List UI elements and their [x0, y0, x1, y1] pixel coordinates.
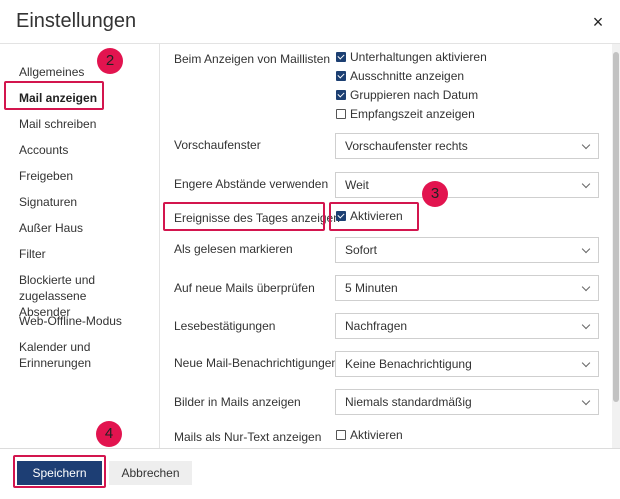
sidebar-item-allgemeines[interactable]: Allgemeines — [19, 64, 84, 80]
checkbox-label: Unterhaltungen aktivieren — [350, 50, 487, 64]
select-value: Nachfragen — [345, 319, 408, 333]
checkbox-ereignisse[interactable]: Aktivieren — [336, 209, 403, 223]
chevron-down-icon — [581, 396, 591, 406]
select-value: 5 Minuten — [345, 281, 398, 295]
chevron-down-icon — [581, 320, 591, 330]
save-button[interactable]: Speichern — [17, 461, 102, 485]
checkbox-nur-text[interactable]: Aktivieren — [336, 428, 403, 442]
checkbox-checked-icon[interactable] — [336, 90, 346, 100]
dialog-title: Einstellungen — [16, 10, 137, 32]
bilder-select[interactable]: Niemals standardmäßig — [335, 389, 599, 415]
chevron-down-icon — [581, 358, 591, 368]
scrollbar-thumb[interactable] — [613, 52, 619, 402]
checkbox-checked-icon[interactable] — [336, 211, 346, 221]
lesebestaetigungen-label: Lesebestätigungen — [174, 319, 276, 333]
sidebar-item-mail-anzeigen[interactable]: Mail anzeigen — [19, 90, 97, 106]
sidebar-item-mail-schreiben[interactable]: Mail schreiben — [19, 116, 96, 132]
step-badge-3: 3 — [422, 181, 448, 207]
benachrichtigungen-select[interactable]: Keine Benachrichtigung — [335, 351, 599, 377]
checkbox-label: Aktivieren — [350, 428, 403, 442]
bilder-label: Bilder in Mails anzeigen — [174, 395, 301, 409]
select-value: Weit — [345, 178, 369, 192]
cancel-button[interactable]: Abbrechen — [109, 461, 192, 485]
sidebar-item-web-offline-modus[interactable]: Web-Offline-Modus — [19, 313, 122, 329]
sidebar-item-accounts[interactable]: Accounts — [19, 142, 68, 158]
checkbox-gruppieren[interactable]: Gruppieren nach Datum — [336, 88, 478, 102]
ereignisse-label: Ereignisse des Tages anzeigen — [174, 211, 340, 225]
vorschaufenster-label: Vorschaufenster — [174, 138, 261, 152]
sidebar-item-freigeben[interactable]: Freigeben — [19, 168, 73, 184]
neue-mails-select[interactable]: 5 Minuten — [335, 275, 599, 301]
close-icon[interactable]: × — [588, 12, 608, 32]
select-value: Keine Benachrichtigung — [345, 357, 472, 371]
chevron-down-icon — [581, 179, 591, 189]
abstaende-label: Engere Abstände verwenden — [174, 177, 329, 191]
select-value: Niemals standardmäßig — [345, 395, 472, 409]
checkbox-label: Aktivieren — [350, 209, 403, 223]
checkbox-unterhaltungen[interactable]: Unterhaltungen aktivieren — [336, 50, 487, 64]
select-value: Vorschaufenster rechts — [345, 139, 468, 153]
checkbox-unchecked-icon[interactable] — [336, 430, 346, 440]
step-badge-2: 2 — [97, 48, 123, 74]
header-divider — [0, 43, 620, 44]
checkbox-unchecked-icon[interactable] — [336, 109, 346, 119]
chevron-down-icon — [581, 282, 591, 292]
checkbox-label: Empfangszeit anzeigen — [350, 107, 475, 121]
step-badge-4: 4 — [96, 421, 122, 447]
neue-mails-label: Auf neue Mails überprüfen — [174, 281, 315, 295]
checkbox-ausschnitte[interactable]: Ausschnitte anzeigen — [336, 69, 464, 83]
lesebestaetigungen-select[interactable]: Nachfragen — [335, 313, 599, 339]
sidebar-item-kalender-erinnerungen[interactable]: Kalender und Erinnerungen — [19, 339, 119, 371]
checkbox-checked-icon[interactable] — [336, 52, 346, 62]
vorschaufenster-select[interactable]: Vorschaufenster rechts — [335, 133, 599, 159]
sidebar-item-signaturen[interactable]: Signaturen — [19, 194, 77, 210]
abstaende-select[interactable]: Weit — [335, 172, 599, 198]
maillisten-label: Beim Anzeigen von Maillisten — [174, 52, 331, 66]
sidebar-divider — [159, 44, 160, 448]
checkbox-label: Ausschnitte anzeigen — [350, 69, 465, 83]
sidebar-item-filter[interactable]: Filter — [19, 246, 46, 262]
sidebar-item-ausser-haus[interactable]: Außer Haus — [19, 220, 83, 236]
checkbox-empfangszeit[interactable]: Empfangszeit anzeigen — [336, 107, 475, 121]
footer-divider — [0, 448, 620, 449]
nur-text-label: Mails als Nur-Text anzeigen — [174, 430, 322, 444]
checkbox-label: Gruppieren nach Datum — [350, 88, 479, 102]
chevron-down-icon — [581, 244, 591, 254]
chevron-down-icon — [581, 140, 591, 150]
gelesen-label: Als gelesen markieren — [174, 242, 293, 256]
benachrichtigungen-label: Neue Mail-Benachrichtigungen — [174, 356, 339, 370]
checkbox-checked-icon[interactable] — [336, 71, 346, 81]
select-value: Sofort — [345, 243, 378, 257]
gelesen-select[interactable]: Sofort — [335, 237, 599, 263]
